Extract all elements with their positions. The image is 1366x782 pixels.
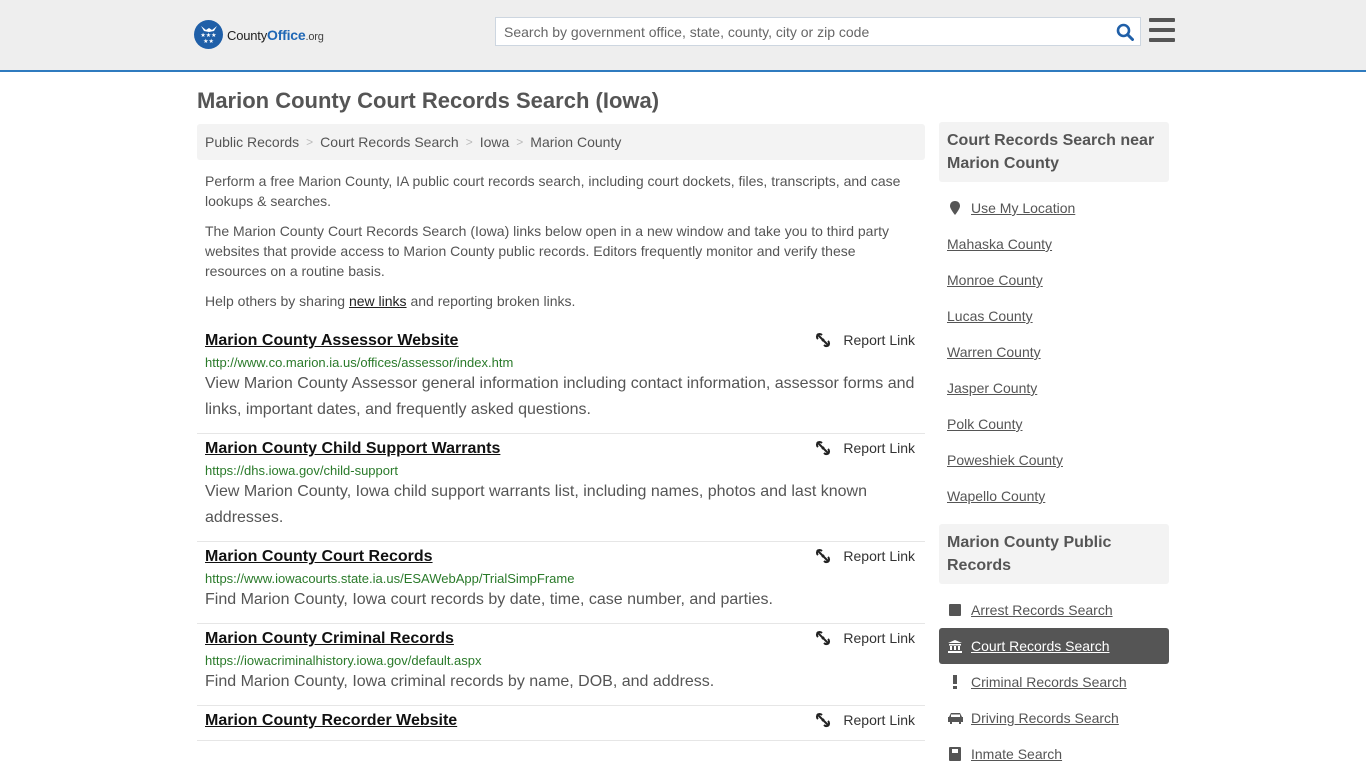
intro-paragraph: Perform a free Marion County, IA public … — [205, 173, 901, 209]
result-item: Marion County Criminal Records Report Li… — [197, 624, 925, 706]
new-links-link[interactable]: new links — [349, 293, 407, 309]
result-url[interactable]: https://dhs.iowa.gov/child-support — [205, 463, 917, 478]
search-input[interactable] — [496, 18, 1110, 45]
result-url[interactable]: https://www.iowacourts.state.ia.us/ESAWe… — [205, 571, 917, 586]
broken-link-icon — [816, 332, 831, 348]
nearby-heading: Court Records Search near Marion County — [939, 122, 1169, 182]
help-paragraph: Help others by sharing new links and rep… — [205, 293, 576, 309]
broken-link-icon — [816, 630, 831, 646]
intro-paragraph: The Marion County Court Records Search (… — [205, 223, 890, 279]
result-item: Marion County Court Records Report Link … — [197, 542, 925, 624]
breadcrumb-separator: > — [306, 135, 314, 149]
square-icon — [947, 604, 963, 616]
nearby-county-item: Lucas County — [939, 298, 1169, 334]
breadcrumb-public-records[interactable]: Public Records — [205, 134, 299, 150]
nearby-county-item: Polk County — [939, 406, 1169, 442]
breadcrumb-separator: > — [516, 135, 524, 149]
search-icon — [1116, 23, 1134, 41]
result-item: Marion County Child Support Warrants Rep… — [197, 434, 925, 542]
nearby-county-item: Warren County — [939, 334, 1169, 370]
sidebar: Court Records Search near Marion County … — [939, 122, 1169, 782]
nearby-county-item: Poweshiek County — [939, 442, 1169, 478]
breadcrumb: Public Records > Court Records Search > … — [197, 124, 925, 160]
report-link-button[interactable]: Report Link — [815, 332, 915, 348]
breadcrumb-iowa[interactable]: Iowa — [480, 134, 510, 150]
result-description: Find Marion County, Iowa criminal record… — [205, 673, 715, 690]
nearby-county-item: Wapello County — [939, 478, 1169, 514]
result-title-link[interactable]: Marion County Assessor Website — [205, 332, 458, 350]
nearby-county-link[interactable]: Jasper County — [947, 380, 1037, 396]
result-title-link[interactable]: Marion County Court Records — [205, 548, 433, 566]
report-link-button[interactable]: Report Link — [815, 440, 915, 456]
result-url[interactable]: https://iowacriminalhistory.iowa.gov/def… — [205, 653, 917, 668]
search-box — [495, 17, 1141, 46]
sidebar-item-inmate-search[interactable]: Inmate Search — [939, 736, 1169, 772]
eagle-logo-icon: ★★★ ★★ — [194, 20, 223, 49]
search-button[interactable] — [1110, 18, 1140, 45]
courthouse-icon — [947, 639, 963, 653]
page-title: Marion County Court Records Search (Iowa… — [197, 88, 660, 113]
nearby-list: Use My Location Mahaska County Monroe Co… — [939, 182, 1169, 524]
nearby-county-link[interactable]: Warren County — [947, 344, 1041, 360]
breadcrumb-separator: > — [465, 135, 473, 149]
sidebar-item-criminal-records[interactable]: Criminal Records Search — [939, 664, 1169, 700]
car-icon — [947, 712, 963, 724]
report-link-button[interactable]: Report Link — [815, 712, 915, 728]
use-my-location-item: Use My Location — [939, 190, 1169, 226]
intro-text: Perform a free Marion County, IA public … — [205, 171, 917, 321]
result-item: Marion County Assessor Website Report Li… — [197, 326, 925, 434]
sidebar-item-court-records[interactable]: Court Records Search — [939, 628, 1169, 664]
exclamation-icon — [947, 675, 963, 689]
report-link-button[interactable]: Report Link — [815, 630, 915, 646]
result-url[interactable]: http://www.co.marion.ia.us/offices/asses… — [205, 355, 917, 370]
use-my-location-link[interactable]: Use My Location — [971, 200, 1075, 216]
breadcrumb-marion-county[interactable]: Marion County — [530, 134, 621, 150]
result-description: View Marion County Assessor general info… — [205, 375, 915, 418]
nearby-county-item: Monroe County — [939, 262, 1169, 298]
site-header: ★★★ ★★ CountyOffice.org — [0, 0, 1366, 72]
map-marker-icon — [947, 201, 963, 215]
broken-link-icon — [816, 440, 831, 456]
result-title-link[interactable]: Marion County Recorder Website — [205, 712, 457, 730]
hamburger-menu-icon[interactable] — [1149, 18, 1175, 42]
inmate-icon — [947, 747, 963, 761]
site-logo[interactable]: ★★★ ★★ CountyOffice.org — [194, 20, 324, 49]
nearby-county-link[interactable]: Polk County — [947, 416, 1022, 432]
result-description: Find Marion County, Iowa court records b… — [205, 591, 773, 608]
result-item: Marion County Recorder Website Report Li… — [197, 706, 925, 741]
sidebar-item-driving-records[interactable]: Driving Records Search — [939, 700, 1169, 736]
nearby-county-item: Jasper County — [939, 370, 1169, 406]
result-title-link[interactable]: Marion County Criminal Records — [205, 630, 454, 648]
nearby-county-link[interactable]: Lucas County — [947, 308, 1033, 324]
nearby-county-link[interactable]: Wapello County — [947, 488, 1045, 504]
public-records-list: Arrest Records Search Court Records Sear… — [939, 584, 1169, 782]
public-records-heading: Marion County Public Records — [939, 524, 1169, 584]
broken-link-icon — [816, 712, 831, 728]
breadcrumb-court-records-search[interactable]: Court Records Search — [320, 134, 459, 150]
logo-text: CountyOffice.org — [227, 26, 324, 43]
result-title-link[interactable]: Marion County Child Support Warrants — [205, 440, 500, 458]
nearby-county-link[interactable]: Mahaska County — [947, 236, 1052, 252]
nearby-county-link[interactable]: Poweshiek County — [947, 452, 1063, 468]
nearby-county-link[interactable]: Monroe County — [947, 272, 1043, 288]
broken-link-icon — [816, 548, 831, 564]
nearby-county-item: Mahaska County — [939, 226, 1169, 262]
results-list: Marion County Assessor Website Report Li… — [197, 326, 925, 741]
report-link-button[interactable]: Report Link — [815, 548, 915, 564]
sidebar-item-arrest-records[interactable]: Arrest Records Search — [939, 592, 1169, 628]
result-description: View Marion County, Iowa child support w… — [205, 483, 867, 526]
